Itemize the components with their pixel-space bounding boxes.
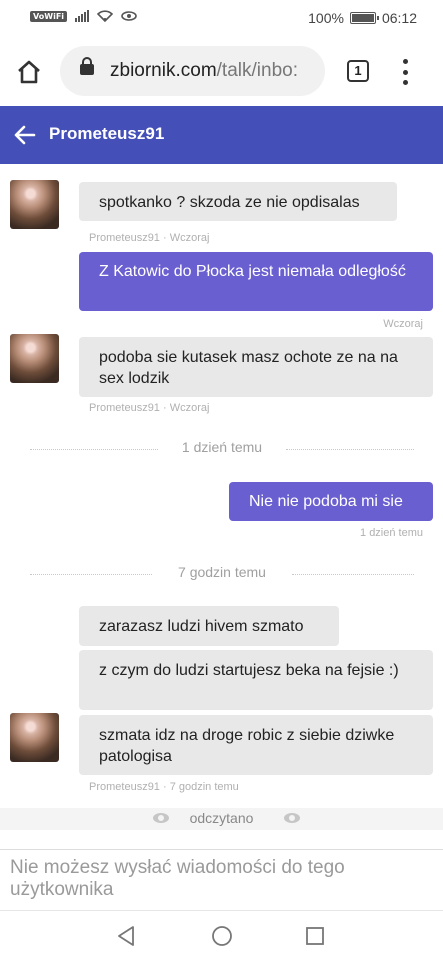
eye-icon	[121, 11, 137, 21]
conversation-title[interactable]: Prometeusz91	[49, 124, 164, 144]
address-bar[interactable]: zbiornik.com/talk/inbo:	[60, 46, 325, 96]
signal-icon	[75, 10, 90, 22]
avatar[interactable]	[10, 180, 59, 229]
avatar[interactable]	[10, 334, 59, 383]
nav-recents-icon[interactable]	[305, 926, 325, 946]
message-bubble: szmata idz na droge robic z siebie dziwk…	[79, 715, 433, 775]
message-meta: Wczoraj	[383, 318, 423, 330]
read-status: odczytano	[189, 810, 254, 826]
url-text[interactable]: zbiornik.com/talk/inbo:	[110, 60, 298, 82]
home-icon[interactable]	[16, 59, 42, 85]
tab-switcher-button[interactable]: 1	[347, 60, 369, 82]
message-meta: Prometeusz91 · 7 godzin temu	[89, 781, 239, 793]
read-receipt: odczytano	[0, 808, 443, 830]
message-bubble: Nie nie podoba mi sie	[229, 482, 433, 521]
clock: 06:12	[381, 10, 417, 26]
date-separator-label: 7 godzin temu	[178, 564, 266, 580]
nav-back-icon[interactable]	[116, 925, 136, 947]
date-separator: 7 godzin temu	[30, 564, 414, 584]
message-bubble: spotkanko ? skzoda ze nie opdisalas	[79, 182, 397, 221]
date-separator: 1 dzień temu	[30, 439, 414, 459]
battery-icon	[349, 12, 379, 24]
message-bubble: zarazasz ludzi hivem szmato	[79, 606, 339, 646]
message-meta: Prometeusz91 · Wczoraj	[89, 232, 210, 244]
status-bar: VoWiFi 100% 06:12	[0, 0, 443, 36]
composer-disabled-notice: Nie możesz wysłać wiadomości do tego uży…	[10, 857, 345, 900]
avatar[interactable]	[10, 713, 59, 762]
message-bubble: z czym do ludzi startujesz beka na fejsi…	[79, 650, 433, 710]
battery-percent: 100%	[308, 10, 344, 26]
divider	[0, 849, 443, 850]
browser-toolbar: zbiornik.com/talk/inbo: 1	[0, 36, 443, 106]
date-separator-label: 1 dzień temu	[181, 439, 263, 455]
message-bubble: Z Katowic do Płocka jest niemała odległo…	[79, 252, 433, 311]
nav-home-icon[interactable]	[211, 925, 233, 947]
overflow-menu-icon[interactable]	[403, 59, 409, 85]
wifi-icon	[97, 10, 114, 22]
back-arrow-icon[interactable]	[14, 124, 36, 146]
conversation-header: Prometeusz91	[0, 106, 443, 164]
message-bubble: podoba sie kutasek masz ochote ze na na …	[79, 337, 433, 397]
vowifi-badge: VoWiFi	[30, 10, 68, 22]
message-meta: Prometeusz91 · Wczoraj	[89, 402, 210, 414]
message-meta: 1 dzień temu	[360, 527, 423, 539]
lock-icon	[80, 57, 94, 75]
eye-icon	[284, 813, 300, 823]
system-nav-bar	[0, 910, 443, 961]
